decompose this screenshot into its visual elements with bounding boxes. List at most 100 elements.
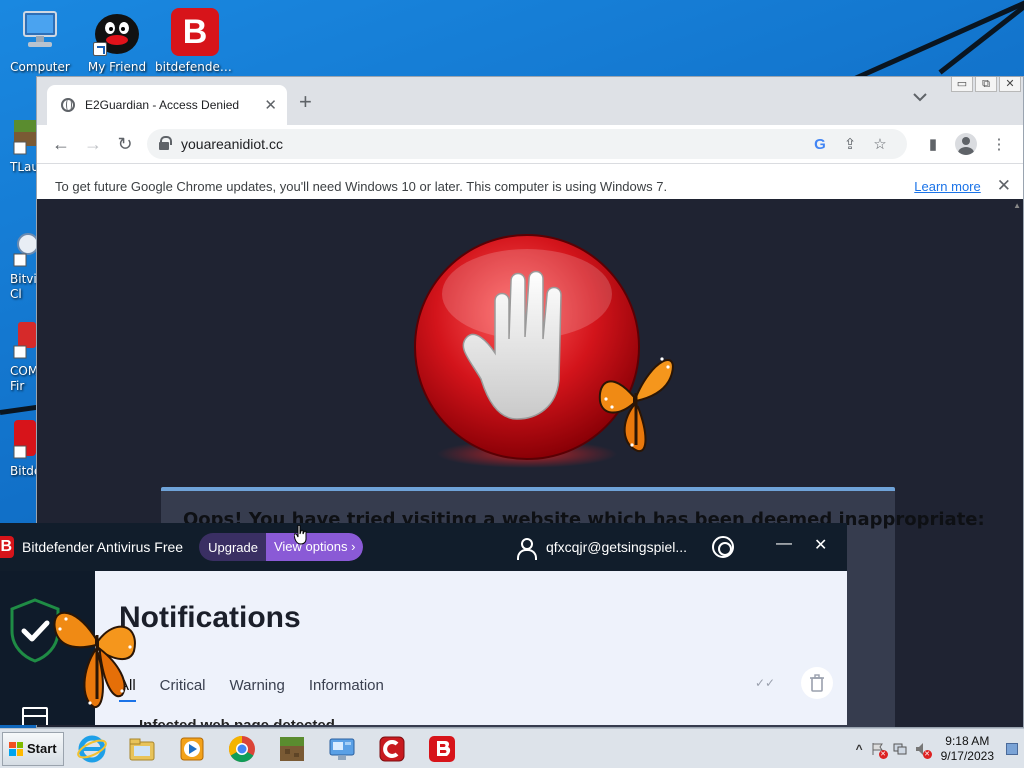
desktop-icon-label: TLau	[10, 160, 36, 174]
start-button[interactable]: Start	[2, 731, 64, 766]
bitdefender-window: B Bitdefender Antivirus Free Upgrade Vie…	[0, 523, 847, 725]
remote-desktop-icon	[329, 738, 355, 760]
new-tab-button[interactable]: +	[299, 90, 312, 114]
desktop-icon-bitdefender-2[interactable]: Bitde	[0, 420, 36, 479]
taskbar-app-internet-explorer[interactable]	[70, 731, 114, 767]
lock-icon	[159, 136, 172, 150]
reload-button[interactable]: ↻	[109, 134, 141, 155]
chevron-down-icon	[913, 93, 927, 102]
media-player-icon	[180, 737, 204, 760]
bitdefender-minimize-button[interactable]: —	[776, 535, 792, 553]
mark-all-read-button[interactable]: ✓✓	[749, 667, 781, 699]
desktop-icon-label: Bitde	[10, 464, 36, 478]
tab-critical[interactable]: Critical	[160, 677, 206, 702]
volume-muted-icon[interactable]: ✕	[915, 742, 932, 759]
desktop-icon-computer[interactable]: Computer	[0, 8, 80, 74]
desktop-icon-label: bitdefender...	[155, 60, 235, 74]
globe-icon	[61, 98, 75, 112]
view-options-button[interactable]: View options ›	[265, 533, 364, 561]
side-panel-icon[interactable]: ▮	[917, 135, 949, 153]
bitvise-icon	[0, 228, 36, 272]
close-window-button[interactable]: ✕	[999, 77, 1021, 92]
forward-button[interactable]: →	[77, 134, 109, 155]
bitdefender-logo: B	[0, 536, 14, 558]
taskbar-app-remote-desktop[interactable]	[320, 731, 364, 767]
action-center-flag-icon[interactable]: ✕	[871, 742, 888, 759]
page-title: Notifications	[119, 601, 301, 634]
taskbar-app-chrome[interactable]	[220, 731, 264, 767]
upgrade-button[interactable]: Upgrade	[199, 540, 266, 555]
bookmark-star-icon[interactable]: ☆	[865, 135, 895, 153]
url-text[interactable]: youareanidiot.cc	[181, 136, 805, 152]
show-hidden-icons-button[interactable]: ^	[856, 742, 863, 756]
menu-kebab-icon[interactable]: ⋮	[983, 135, 1015, 153]
desktop-icon-label: Bitvi Cl	[10, 272, 36, 301]
alert-badge-icon: ✕	[878, 749, 888, 759]
user-icon	[516, 537, 537, 560]
network-icon[interactable]	[893, 742, 907, 756]
upgrade-pill: Upgrade View options ›	[199, 533, 364, 561]
taskbar-app-minecraft[interactable]	[270, 731, 314, 767]
clock-date: 9/17/2023	[940, 748, 994, 763]
bitdefender-icon	[428, 735, 455, 762]
scrollbar-up-arrow[interactable]: ▲	[1013, 201, 1021, 210]
window-controls: ▭ ⧉ ✕	[951, 77, 1021, 92]
notification-row[interactable]: Infected web page detected	[139, 717, 335, 725]
notification-tabs: All Critical Warning Information	[119, 677, 384, 702]
browser-tab[interactable]: E2Guardian - Access Denied ✕	[47, 85, 287, 125]
address-bar[interactable]: youareanidiot.cc G ⇪ ☆	[147, 129, 907, 159]
taskbar: Start ^ ✕ ✕ 9:18 AM 9/17/2023	[0, 728, 1024, 768]
delete-all-button[interactable]	[801, 667, 833, 699]
view-options-label: View options	[273, 539, 348, 554]
start-label: Start	[27, 741, 57, 756]
profile-avatar[interactable]	[955, 133, 977, 155]
learn-more-link[interactable]: Learn more	[914, 179, 980, 194]
infobar-close-button[interactable]: ✕	[997, 176, 1011, 196]
desktop-icon-bitdefender[interactable]: B bitdefender...	[155, 8, 235, 74]
tab-search-button[interactable]	[913, 91, 927, 105]
minecraft-icon	[279, 736, 304, 761]
clock-time: 9:18 AM	[945, 733, 990, 748]
windows-logo-icon	[9, 741, 23, 756]
desktop-icon-my-friend[interactable]: My Friend	[77, 8, 157, 74]
bitdefender-icon: B	[171, 8, 219, 56]
system-clock[interactable]: 9:18 AM 9/17/2023	[941, 734, 994, 764]
app-name: Bitdefender Antivirus Free	[22, 539, 184, 555]
shortcut-arrow-icon	[93, 42, 107, 56]
file-explorer-icon	[129, 738, 155, 760]
restore-button[interactable]: ⧉	[975, 77, 997, 92]
wallpaper-stripe	[0, 404, 40, 415]
taskbar-app-bitdefender[interactable]	[420, 731, 464, 767]
butterfly-icon	[598, 357, 674, 453]
notifications-panel: Notifications All Critical Warning Infor…	[95, 571, 847, 725]
desktop-icon-label: COM Fir	[10, 364, 36, 393]
show-desktop-button[interactable]	[1006, 742, 1018, 755]
desktop-icon-bitvise[interactable]: Bitvi Cl	[0, 228, 36, 302]
hand-cursor-icon	[294, 525, 307, 545]
bitdefender-close-button[interactable]: ✕	[814, 535, 827, 555]
taskbar-app-file-explorer[interactable]	[120, 731, 164, 767]
desktop-icon-tlauncher[interactable]: TLau	[0, 116, 36, 175]
minimize-button[interactable]: ▭	[951, 77, 973, 92]
share-icon[interactable]: ⇪	[835, 135, 865, 153]
butterfly-icon	[53, 611, 136, 708]
back-button[interactable]: ←	[45, 134, 77, 155]
browser-toolbar: ← → ↻ youareanidiot.cc G ⇪ ☆ ▮ ⋮	[37, 125, 1023, 163]
tab-information[interactable]: Information	[309, 677, 384, 702]
google-lens-icon[interactable]: G	[805, 136, 835, 153]
account-email: qfxcqjr@getsingspiel...	[546, 539, 688, 555]
computer-icon	[16, 8, 64, 56]
chevron-right-icon: ›	[351, 539, 356, 554]
account-menu[interactable]: qfxcqjr@getsingspiel...	[516, 537, 688, 560]
desktop-icon-comodo[interactable]: COM Fir	[0, 320, 36, 394]
taskbar-app-comodo[interactable]	[370, 731, 414, 767]
support-lifebuoy-icon[interactable]	[712, 536, 734, 558]
minecraft-block-icon	[0, 116, 36, 160]
taskbar-app-media-player[interactable]	[170, 731, 214, 767]
tab-warning[interactable]: Warning	[230, 677, 285, 702]
wallpaper-stripe	[844, 0, 1024, 85]
tab-title: E2Guardian - Access Denied	[85, 98, 240, 112]
penguin-icon	[93, 8, 141, 56]
chrome-icon	[228, 735, 255, 762]
tab-close-button[interactable]: ✕	[264, 96, 277, 114]
